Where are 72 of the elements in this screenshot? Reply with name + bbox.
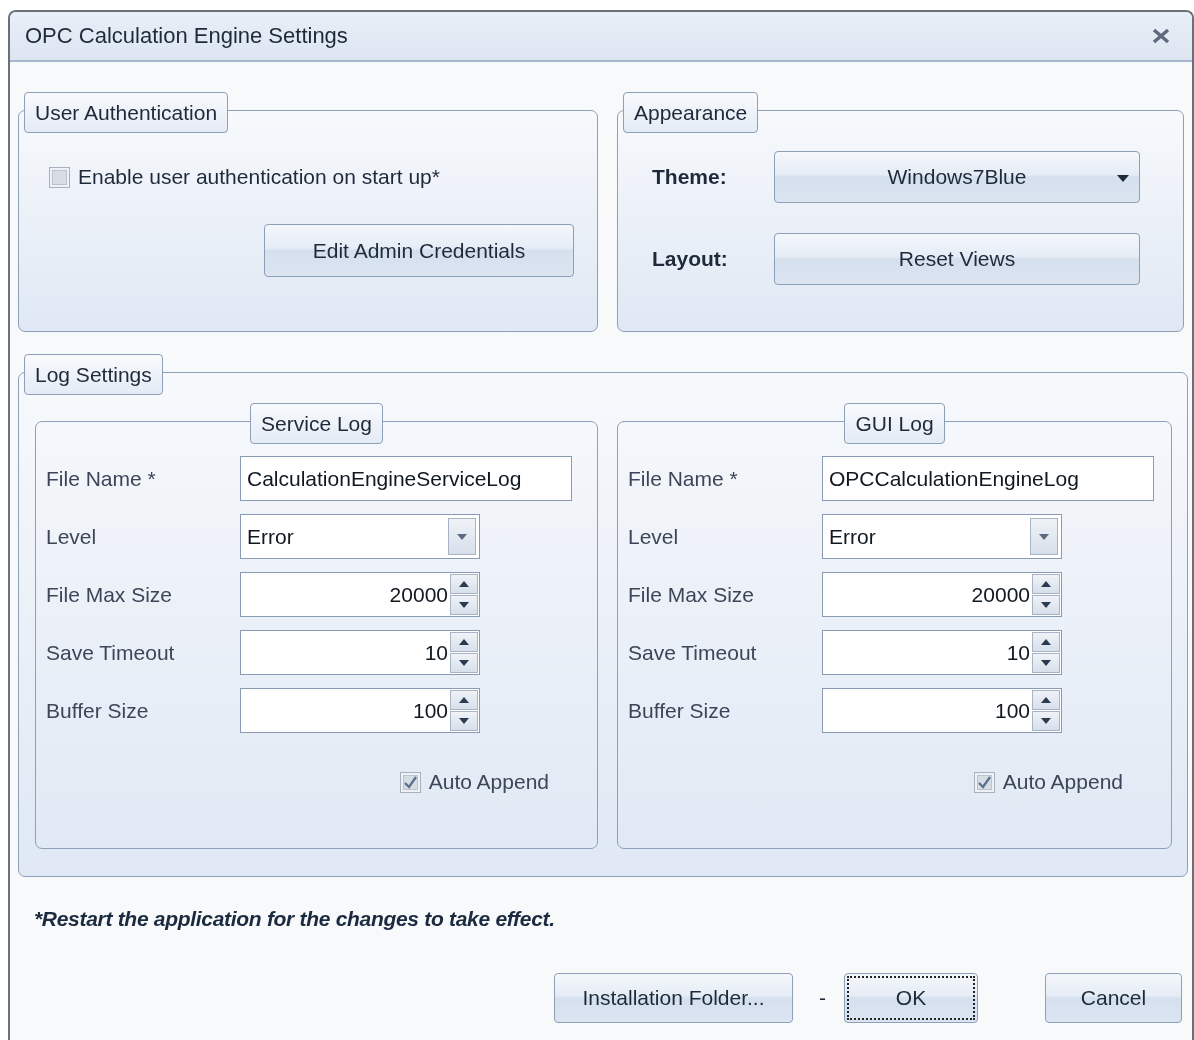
field-label: File Max Size — [46, 582, 174, 607]
spin-down-button[interactable] — [1032, 595, 1060, 615]
checkbox-label: Auto Append — [1002, 770, 1123, 794]
up-caret-icon — [1041, 639, 1051, 645]
down-caret-icon — [1041, 602, 1051, 608]
spin-up-button[interactable] — [1032, 574, 1060, 594]
spin-up-button[interactable] — [1032, 632, 1060, 652]
up-caret-icon — [459, 697, 469, 703]
up-caret-icon — [1041, 581, 1051, 587]
spin-down-button[interactable] — [1032, 711, 1060, 731]
down-caret-icon — [459, 660, 469, 666]
up-caret-icon — [459, 581, 469, 587]
text-field[interactable]: CalculationEngineServiceLog — [240, 456, 572, 501]
down-caret-icon — [459, 602, 469, 608]
caret-icon — [1117, 175, 1129, 182]
field-label: Level — [46, 524, 98, 549]
restart-note: *Restart the application for the changes to take effect. — [34, 907, 556, 931]
checkbox[interactable] — [973, 771, 995, 793]
theme-dropdown[interactable]: Windows7Blue — [774, 151, 1140, 203]
field-label: File Max Size — [628, 582, 756, 607]
spin-down-button[interactable] — [450, 711, 478, 731]
level-dropdown[interactable]: Error — [240, 514, 480, 559]
reset-views-button[interactable]: Reset Views — [774, 233, 1140, 285]
field-label: Buffer Size — [46, 698, 150, 723]
number-field[interactable]: 20000 — [822, 572, 1062, 617]
level-dropdown[interactable]: Error — [822, 514, 1062, 559]
group-title: GUI Log — [844, 403, 945, 444]
text-field[interactable]: OPCCalculationEngineLog — [822, 456, 1154, 501]
number-field[interactable]: 20000 — [240, 572, 480, 617]
down-caret-icon — [1041, 718, 1051, 724]
field-label: Buffer Size — [628, 698, 732, 723]
number-field[interactable]: 10 — [240, 630, 480, 675]
down-caret-icon — [459, 718, 469, 724]
checkbox[interactable] — [49, 166, 70, 188]
dropdown-button[interactable] — [1030, 518, 1058, 555]
group-title: Log Settings — [24, 354, 163, 395]
spin-down-button[interactable] — [1032, 653, 1060, 673]
checkbox-label: Enable user authentication on start up* — [78, 165, 440, 189]
number-field[interactable]: 100 — [822, 688, 1062, 733]
field-label: File Name * — [628, 466, 739, 491]
close-icon[interactable] — [1152, 28, 1170, 44]
dialog-button[interactable]: Cancel — [1045, 973, 1182, 1023]
checkbox-label: Auto Append — [428, 770, 549, 794]
dialog-button[interactable]: OK — [844, 973, 978, 1023]
dropdown-button[interactable] — [448, 518, 476, 555]
field-label: Level — [628, 524, 680, 549]
window-title: OPC Calculation Engine Settings — [25, 23, 348, 49]
field-label: Theme: — [651, 165, 728, 189]
spin-up-button[interactable] — [450, 690, 478, 710]
spin-up-button[interactable] — [450, 574, 478, 594]
up-caret-icon — [1041, 697, 1051, 703]
caret-icon — [457, 533, 467, 540]
separator-text: - — [819, 986, 826, 1010]
group-title: User Authentication — [24, 92, 229, 133]
up-caret-icon — [459, 639, 469, 645]
field-label: Save Timeout — [628, 640, 758, 665]
checkbox[interactable] — [399, 771, 421, 793]
group-title: Appearance — [623, 92, 759, 133]
down-caret-icon — [1041, 660, 1051, 666]
spin-up-button[interactable] — [1032, 690, 1060, 710]
number-field[interactable]: 100 — [240, 688, 480, 733]
field-label: Layout: — [651, 247, 729, 271]
spin-up-button[interactable] — [450, 632, 478, 652]
spin-down-button[interactable] — [450, 595, 478, 615]
caret-icon — [1039, 533, 1049, 540]
spin-down-button[interactable] — [450, 653, 478, 673]
field-label: File Name * — [46, 466, 157, 491]
dialog-button[interactable]: Installation Folder... — [554, 973, 793, 1023]
edit-credentials-button[interactable]: Edit Admin Credentials — [264, 224, 574, 277]
field-label: Save Timeout — [46, 640, 176, 665]
number-field[interactable]: 10 — [822, 630, 1062, 675]
group-title: Service Log — [250, 403, 383, 444]
